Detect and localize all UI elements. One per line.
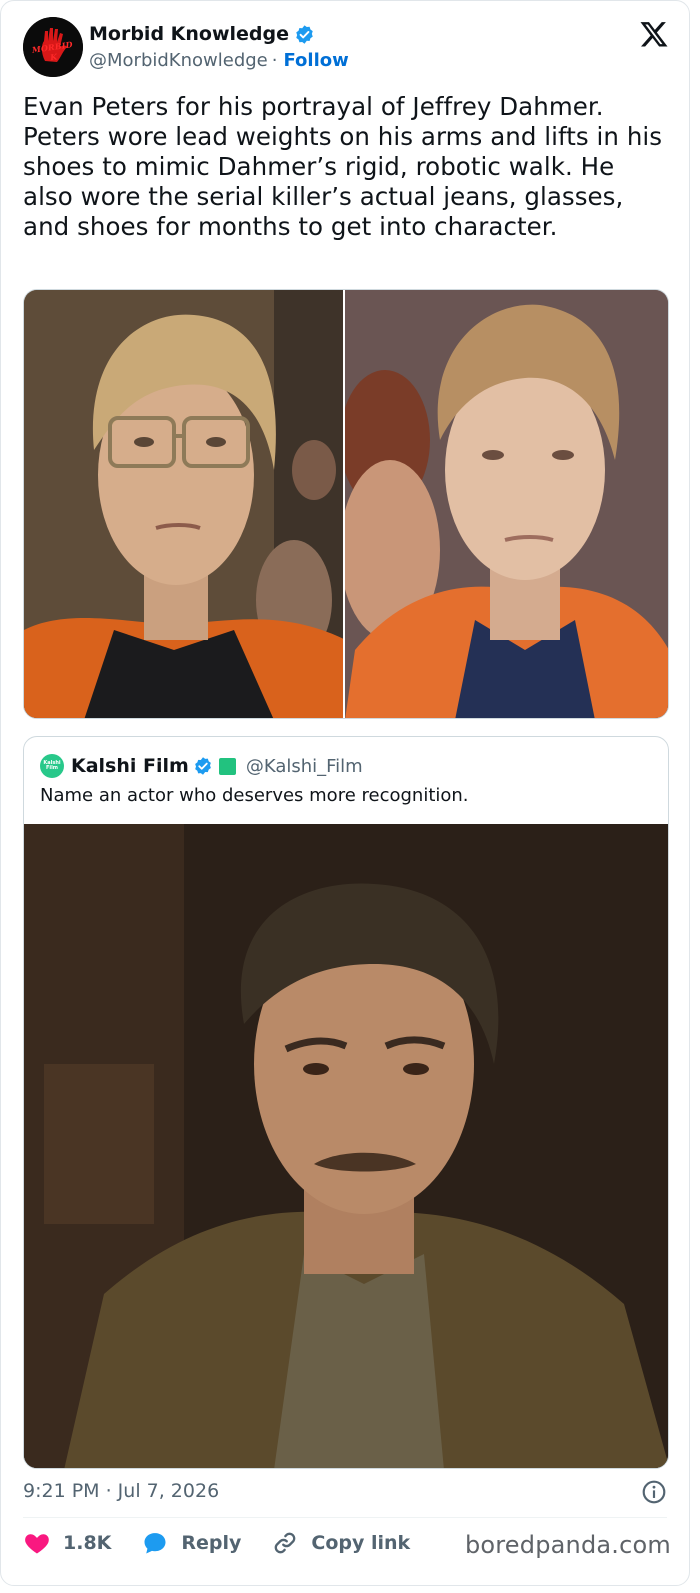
affiliate-badge-icon xyxy=(218,757,236,775)
reply-bubble-icon xyxy=(144,1533,166,1554)
info-icon[interactable] xyxy=(641,1479,667,1505)
copy-link-button[interactable]: Copy link xyxy=(271,1529,410,1557)
author-avatar[interactable]: MORBID K xyxy=(23,17,83,77)
site-watermark: boredpanda.com xyxy=(464,1531,671,1559)
media-grid[interactable] xyxy=(23,289,669,719)
like-count: 1.8K xyxy=(63,1532,112,1554)
portrait-illustration xyxy=(24,290,343,718)
verified-badge-icon xyxy=(194,757,211,775)
x-logo-icon[interactable] xyxy=(639,19,669,49)
reply-label: Reply xyxy=(181,1532,242,1554)
quoted-author-avatar[interactable]: Kalshi Film xyxy=(40,754,64,778)
portrait-illustration xyxy=(24,824,668,1468)
author-display-name[interactable]: Morbid Knowledge xyxy=(89,23,289,45)
like-button[interactable]: 1.8K xyxy=(23,1529,111,1557)
photo-jeffrey-dahmer[interactable] xyxy=(345,290,668,718)
portrait-illustration xyxy=(345,290,668,718)
author-handle-row: @MorbidKnowledge · Follow xyxy=(89,50,349,71)
quoted-tweet[interactable]: Kalshi Film Kalshi Film @Kalshi_Film Nam… xyxy=(23,736,669,1469)
author-name-row: Morbid Knowledge xyxy=(89,23,315,45)
quoted-tweet-text: Name an actor who deserves more recognit… xyxy=(40,785,469,806)
handle-separator: · xyxy=(271,50,278,71)
link-icon xyxy=(275,1532,296,1554)
quoted-author-handle[interactable]: @Kalshi_Film xyxy=(246,756,363,777)
tweet-text: Evan Peters for his portrayal of Jeffrey… xyxy=(23,92,663,241)
tweet-header: MORBID K Morbid Knowledge @MorbidKnowled… xyxy=(23,17,669,79)
follow-button[interactable]: Follow xyxy=(283,50,348,71)
tweet-timestamp[interactable]: 9:21 PM · Jul 7, 2026 xyxy=(23,1480,219,1502)
tweet-card: MORBID K Morbid Knowledge @MorbidKnowled… xyxy=(0,0,690,1586)
quoted-tweet-header: Kalshi Film Kalshi Film @Kalshi_Film xyxy=(40,753,363,779)
photo-evan-peters[interactable] xyxy=(24,290,345,718)
quoted-photo-colin-farrell[interactable] xyxy=(24,824,668,1468)
footer-divider xyxy=(23,1517,667,1518)
author-handle[interactable]: @MorbidKnowledge xyxy=(89,50,268,71)
verified-badge-icon xyxy=(296,24,313,44)
copy-link-label: Copy link xyxy=(311,1532,411,1554)
quoted-author-name[interactable]: Kalshi Film xyxy=(71,755,189,777)
heart-icon xyxy=(25,1534,49,1554)
reply-button[interactable]: Reply xyxy=(141,1529,241,1557)
action-bar: 1.8K Reply Copy link xyxy=(23,1528,440,1558)
